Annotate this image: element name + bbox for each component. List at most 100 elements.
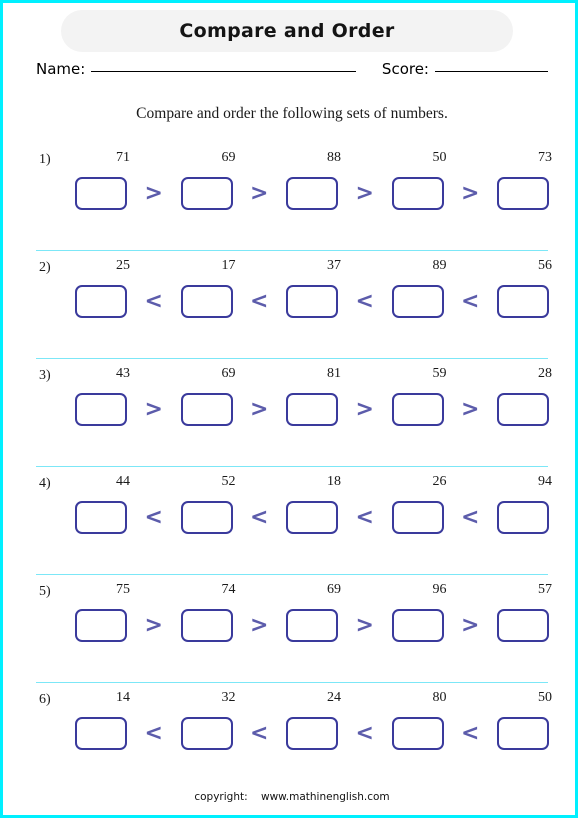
copyright-label: copyright:: [194, 791, 248, 803]
answer-box[interactable]: [286, 177, 338, 210]
answer-row: < < < <: [75, 501, 549, 534]
problem-row: 4) 44 52 18 26 94 < < < <: [3, 467, 578, 575]
comparison-operator: >: [461, 396, 480, 422]
problem-number: 5): [39, 584, 51, 599]
given-number: 57: [538, 582, 552, 597]
problem-row: 3) 43 69 81 59 28 > > > >: [3, 359, 578, 467]
answer-box[interactable]: [497, 285, 549, 318]
answer-box[interactable]: [180, 609, 233, 642]
name-input-line[interactable]: [91, 70, 356, 72]
given-number: 74: [221, 582, 236, 597]
comparison-operator: >: [355, 612, 374, 638]
given-number: 26: [432, 474, 447, 489]
answer-box[interactable]: [497, 717, 549, 750]
comparison-operator: <: [355, 720, 374, 746]
answer-box[interactable]: [286, 609, 338, 642]
given-number: 50: [538, 690, 552, 705]
answer-box[interactable]: [497, 609, 549, 642]
given-number: 69: [221, 150, 236, 165]
answer-box[interactable]: [391, 501, 444, 534]
given-number: 17: [221, 258, 236, 273]
given-numbers: 44 52 18 26 94: [75, 474, 552, 490]
answer-box[interactable]: [180, 717, 233, 750]
problem-number: 1): [39, 152, 51, 167]
answer-box[interactable]: [75, 717, 127, 750]
answer-box[interactable]: [180, 177, 233, 210]
given-number: 88: [327, 150, 341, 165]
given-number: 94: [538, 474, 552, 489]
problem-number: 4): [39, 476, 51, 491]
comparison-operator: >: [355, 396, 374, 422]
given-number: 44: [116, 474, 130, 489]
given-numbers: 71 69 88 50 73: [75, 150, 552, 166]
problem-number: 3): [39, 368, 51, 383]
given-number: 18: [327, 474, 341, 489]
comparison-operator: >: [144, 180, 163, 206]
given-numbers: 43 69 81 59 28: [75, 366, 552, 382]
website-url: www.mathinenglish.com: [260, 791, 390, 803]
score-group: Score:: [382, 60, 548, 78]
score-input-line[interactable]: [435, 70, 548, 72]
answer-box[interactable]: [75, 393, 127, 426]
answer-box[interactable]: [286, 393, 338, 426]
answer-box[interactable]: [497, 393, 549, 426]
given-number: 69: [221, 366, 236, 381]
given-numbers: 25 17 37 89 56: [75, 258, 552, 274]
given-number: 50: [432, 150, 447, 165]
problem-row: 5) 75 74 69 96 57 > > > >: [3, 575, 578, 683]
answer-row: > > > >: [75, 609, 549, 642]
problem-row: 6) 14 32 24 80 50 < < < <: [3, 683, 578, 783]
answer-box[interactable]: [286, 285, 338, 318]
answer-row: > > > >: [75, 177, 549, 210]
comparison-operator: >: [461, 180, 480, 206]
comparison-operator: >: [250, 396, 269, 422]
given-number: 32: [221, 690, 236, 705]
worksheet-title-banner: Compare and Order: [61, 10, 513, 52]
answer-box[interactable]: [180, 285, 233, 318]
comparison-operator: <: [144, 504, 163, 530]
comparison-operator: >: [250, 612, 269, 638]
answer-box[interactable]: [391, 177, 444, 210]
comparison-operator: >: [461, 612, 480, 638]
given-number: 52: [221, 474, 236, 489]
answer-box[interactable]: [75, 285, 127, 318]
given-number: 14: [116, 690, 130, 705]
given-number: 89: [432, 258, 447, 273]
answer-box[interactable]: [391, 285, 444, 318]
given-number: 81: [327, 366, 341, 381]
comparison-operator: >: [144, 396, 163, 422]
comparison-operator: >: [144, 612, 163, 638]
score-label: Score:: [381, 60, 429, 78]
worksheet-page: Compare and Order Name: Score: Compare a…: [0, 0, 578, 818]
problem-number: 6): [39, 692, 51, 707]
given-number: 25: [116, 258, 130, 273]
answer-box[interactable]: [391, 609, 444, 642]
answer-box[interactable]: [391, 717, 444, 750]
given-number: 43: [116, 366, 130, 381]
comparison-operator: <: [355, 288, 374, 314]
answer-box[interactable]: [391, 393, 444, 426]
given-number: 75: [116, 582, 130, 597]
answer-box[interactable]: [497, 501, 549, 534]
comparison-operator: <: [461, 504, 480, 530]
comparison-operator: >: [355, 180, 374, 206]
comparison-operator: <: [144, 288, 163, 314]
answer-box[interactable]: [75, 501, 127, 534]
answer-box[interactable]: [286, 501, 338, 534]
given-number: 96: [432, 582, 447, 597]
given-number: 71: [116, 150, 130, 165]
given-number: 37: [327, 258, 341, 273]
answer-box[interactable]: [180, 501, 233, 534]
answer-box[interactable]: [75, 609, 127, 642]
answer-box[interactable]: [497, 177, 549, 210]
given-numbers: 14 32 24 80 50: [75, 690, 552, 706]
answer-box[interactable]: [180, 393, 233, 426]
problem-row: 2) 25 17 37 89 56 < < < <: [3, 251, 578, 359]
answer-box[interactable]: [286, 717, 338, 750]
page-title: Compare and Order: [179, 20, 395, 42]
given-number: 80: [432, 690, 447, 705]
answer-box[interactable]: [75, 177, 127, 210]
given-number: 69: [327, 582, 341, 597]
comparison-operator: <: [250, 720, 269, 746]
comparison-operator: >: [250, 180, 269, 206]
